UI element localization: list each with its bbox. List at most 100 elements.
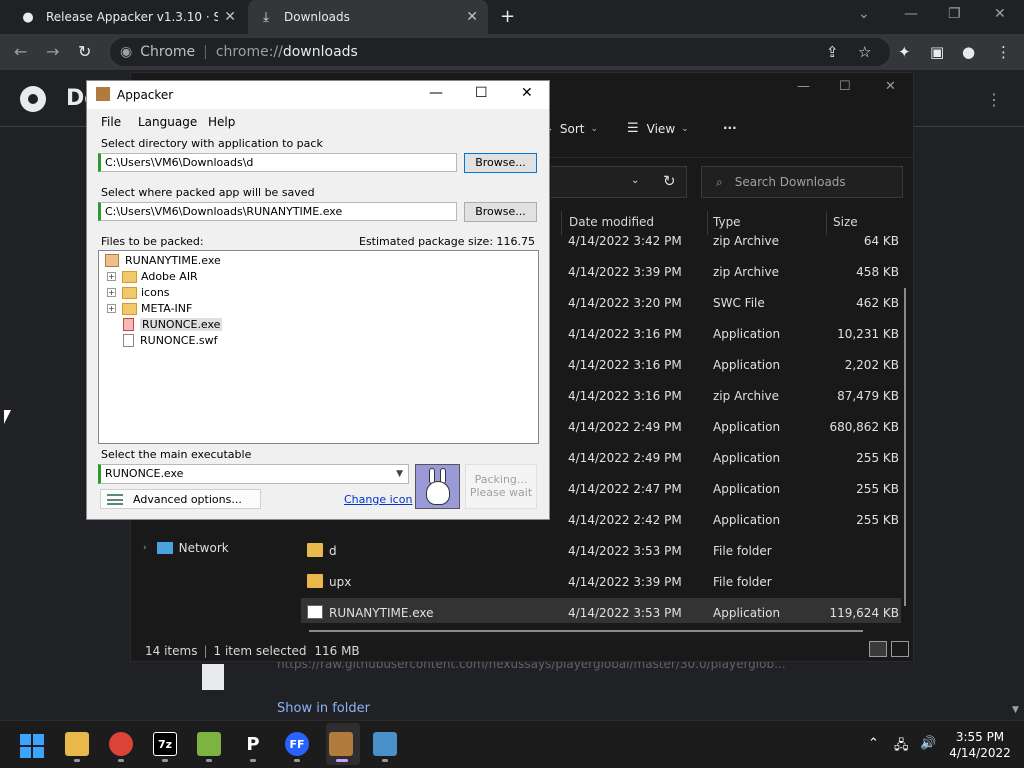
refresh-icon[interactable]: ↻	[663, 172, 676, 190]
file-explorer-icon[interactable]	[65, 732, 89, 756]
tree-item-file[interactable]: RUNONCE.exe	[123, 318, 223, 331]
main-executable-select[interactable]: RUNONCE.exe ▼	[98, 464, 409, 484]
menu-language[interactable]: Language	[138, 115, 197, 129]
table-row-selected[interactable]: RUNANYTIME.exe 4/14/2022 3:53 PM Applica…	[301, 598, 901, 623]
scroll-down-icon[interactable]: ▼	[1012, 705, 1019, 715]
tree-item-folder[interactable]: + icons	[107, 286, 170, 299]
row-type: File folder	[713, 575, 772, 589]
row-date: 4/14/2022 3:20 PM	[568, 296, 682, 310]
browse-directory-button[interactable]: Browse...	[464, 153, 537, 173]
change-icon-link[interactable]: Change icon	[344, 493, 412, 506]
ffdec-icon[interactable]: FF	[285, 732, 309, 756]
reload-icon[interactable]: ↻	[78, 42, 91, 61]
tab-strip: ● Release Appacker v1.3.10 · SerGr ✕ ⤓ D…	[0, 0, 1024, 34]
menu-icon[interactable]: ⋮	[996, 43, 1011, 61]
download-icon: ⤓	[263, 9, 269, 25]
forward-icon[interactable]: →	[46, 42, 59, 61]
extensions-icon[interactable]: ✦	[898, 43, 911, 61]
maximize-icon[interactable]: ☐	[475, 85, 488, 101]
tree-item-file[interactable]: RUNONCE.swf	[123, 334, 218, 347]
more-icon[interactable]: ···	[723, 121, 737, 135]
back-icon[interactable]: ←	[14, 42, 27, 61]
bookmark-star-icon[interactable]: ☆	[858, 43, 871, 61]
pack-button[interactable]: Packing... Please wait	[465, 464, 537, 509]
chrome-icon[interactable]	[109, 732, 133, 756]
tab-downloads[interactable]: ⤓ Downloads ✕	[248, 0, 488, 34]
row-size: 462 KB	[856, 296, 899, 310]
monitor-app-icon[interactable]	[373, 732, 397, 756]
expand-icon[interactable]: +	[107, 288, 116, 297]
expand-icon[interactable]: +	[107, 304, 116, 313]
menu-file[interactable]: File	[101, 115, 121, 129]
tree-label: Adobe AIR	[141, 270, 198, 283]
share-icon[interactable]: ⇪	[826, 43, 839, 61]
column-type[interactable]: Type	[713, 215, 741, 229]
close-icon[interactable]: ✕	[994, 6, 1006, 22]
large-icons-view-icon[interactable]	[891, 641, 909, 657]
appacker-window: Appacker — ☐ ✕ File Language Help Select…	[86, 80, 550, 520]
expand-icon[interactable]: +	[107, 272, 116, 281]
tab-search-icon[interactable]: ⌄	[858, 6, 870, 22]
advanced-options-button[interactable]: Advanced options...	[100, 489, 261, 509]
app-icon-preview[interactable]	[415, 464, 460, 509]
browse-save-button[interactable]: Browse...	[464, 202, 537, 222]
chevron-down-icon: ⌄	[681, 123, 689, 134]
chevron-down-icon: ⌄	[590, 123, 599, 134]
maximize-icon[interactable]: ☐	[839, 79, 851, 94]
appacker-taskbar-icon[interactable]	[329, 732, 353, 756]
row-type: zip Archive	[713, 235, 779, 248]
column-headers: Date modified Type Size	[561, 211, 915, 235]
chevron-down-icon[interactable]: ⌄	[631, 175, 639, 186]
podcast-app-icon[interactable]: P	[241, 732, 265, 756]
column-date-modified[interactable]: Date modified	[569, 215, 654, 229]
view-button[interactable]: ☰ View ⌄	[627, 121, 689, 136]
tree-item-root[interactable]: RUNANYTIME.exe	[105, 254, 221, 267]
tab-appacker-release[interactable]: ● Release Appacker v1.3.10 · SerGr ✕	[10, 0, 246, 34]
tree-item-folder[interactable]: + META-INF	[107, 302, 192, 315]
close-icon[interactable]: ✕	[885, 79, 896, 94]
address-bar[interactable]: ◉ Chrome | chrome:// downloads	[110, 38, 890, 66]
directory-field[interactable]: C:\Users\VM6\Downloads\d	[98, 153, 457, 172]
restore-icon[interactable]: ❐	[948, 6, 961, 22]
search-box[interactable]: ⌕ Search Downloads	[701, 166, 903, 198]
nav-item-network[interactable]: › Network	[143, 541, 229, 555]
volume-icon[interactable]: 🔊	[920, 736, 936, 751]
row-date: 4/14/2022 2:49 PM	[568, 451, 682, 465]
new-tab-button[interactable]: +	[500, 6, 515, 27]
profile-icon[interactable]: ●	[962, 43, 975, 61]
chevron-up-icon[interactable]: ⌃	[868, 736, 879, 751]
running-indicator	[294, 759, 300, 762]
more-actions-icon[interactable]: ⋮	[986, 90, 1002, 109]
close-tab-icon[interactable]: ✕	[466, 9, 478, 25]
minimize-icon[interactable]: —	[797, 79, 810, 94]
row-date: 4/14/2022 3:39 PM	[568, 265, 682, 279]
column-size[interactable]: Size	[833, 215, 858, 229]
clock[interactable]: 3:55 PM 4/14/2022	[946, 729, 1014, 761]
close-tab-icon[interactable]: ✕	[224, 9, 236, 25]
minimize-icon[interactable]: —	[904, 6, 918, 22]
tree-item-folder[interactable]: + Adobe AIR	[107, 270, 198, 283]
files-tree[interactable]: RUNANYTIME.exe + Adobe AIR + icons + MET…	[98, 250, 539, 444]
tab-title: Downloads	[284, 10, 350, 24]
show-in-folder-link[interactable]: Show in folder	[277, 701, 370, 716]
close-icon[interactable]: ✕	[521, 85, 533, 101]
network-status-icon[interactable]: 🖧	[894, 736, 909, 758]
horizontal-scrollbar[interactable]	[309, 630, 863, 632]
menu-help[interactable]: Help	[208, 115, 235, 129]
side-panel-icon[interactable]: ▣	[930, 43, 944, 61]
notepadpp-icon[interactable]	[197, 732, 221, 756]
url-host: downloads	[282, 44, 358, 60]
row-size: 458 KB	[856, 265, 899, 279]
chevron-right-icon[interactable]: ›	[143, 543, 147, 553]
minimize-icon[interactable]: —	[429, 85, 443, 101]
row-date: 4/14/2022 3:53 PM	[568, 544, 682, 558]
table-row[interactable]: d 4/14/2022 3:53 PM File folder	[301, 536, 901, 567]
tree-label: RUNONCE.exe	[140, 318, 223, 331]
7zip-icon[interactable]: 7z	[153, 732, 177, 756]
table-row[interactable]: upx 4/14/2022 3:39 PM File folder	[301, 567, 901, 598]
details-view-icon[interactable]	[869, 641, 887, 657]
start-icon[interactable]	[20, 734, 44, 758]
save-location-field[interactable]: C:\Users\VM6\Downloads\RUNANYTIME.exe	[98, 202, 457, 221]
vertical-scrollbar[interactable]	[904, 288, 906, 606]
row-type: zip Archive	[713, 389, 779, 403]
